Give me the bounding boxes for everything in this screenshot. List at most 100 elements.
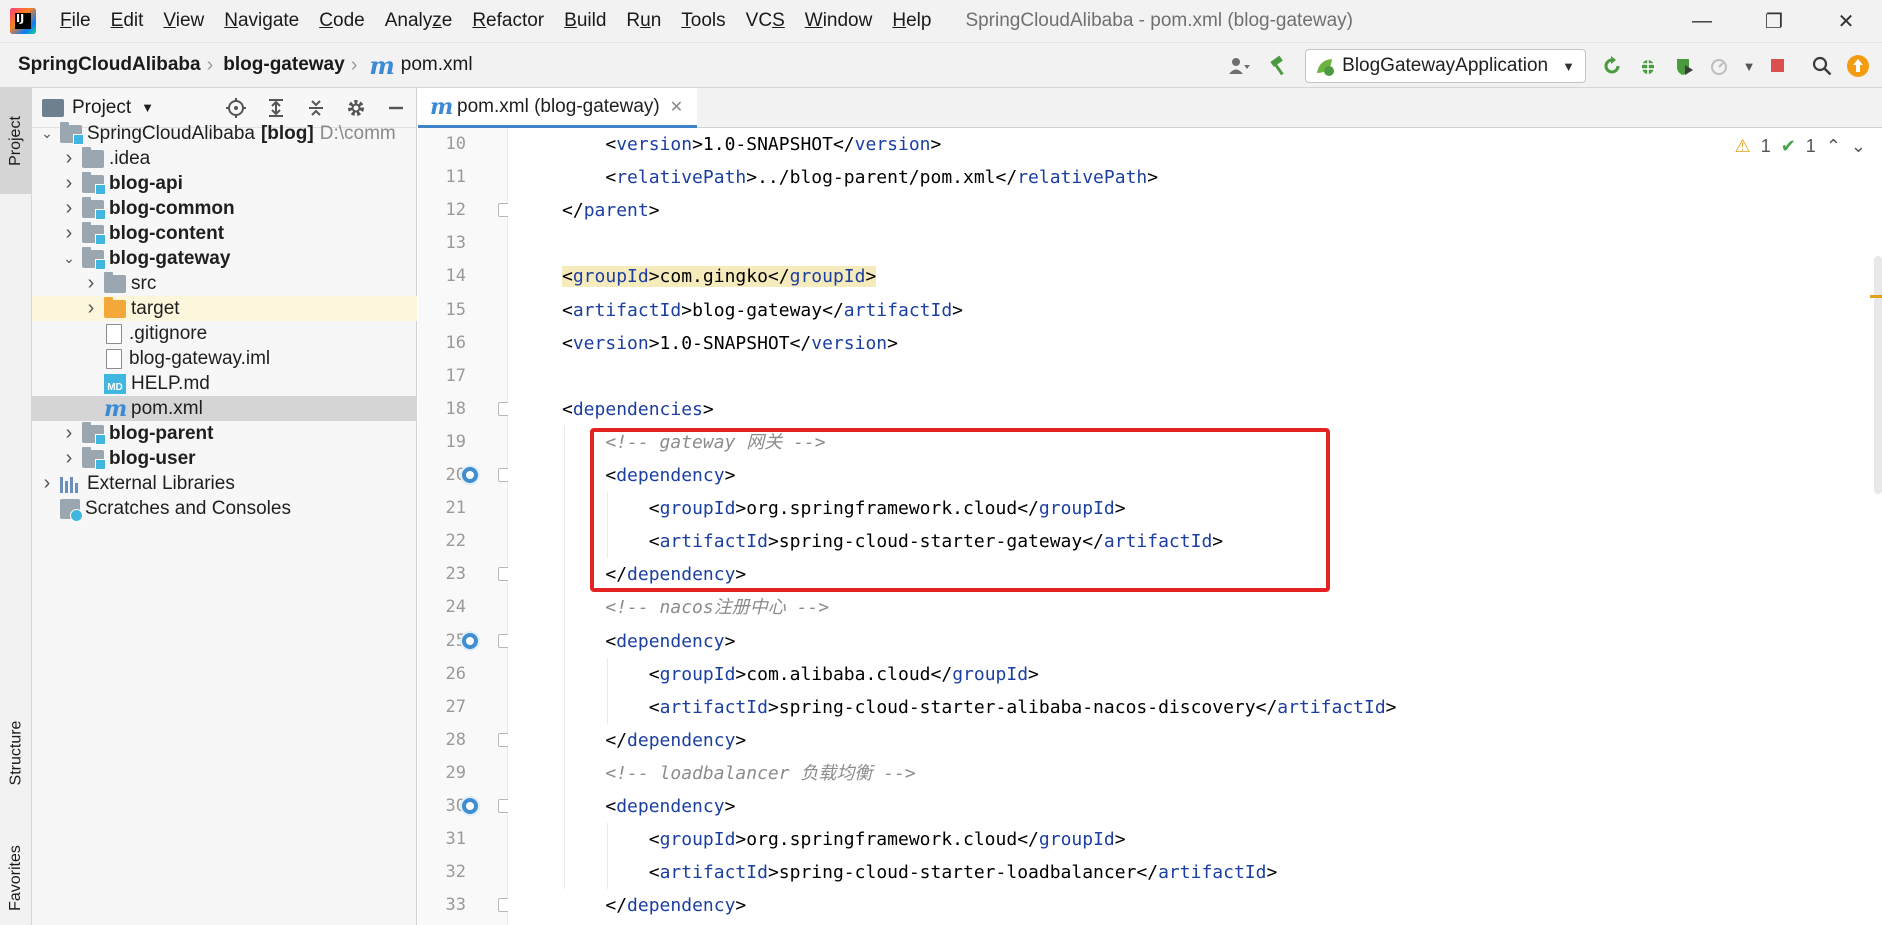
editor-tab-pom[interactable]: m pom.xml (blog-gateway) ✕: [418, 88, 698, 128]
menu-run[interactable]: Run: [616, 0, 671, 42]
xml-punctuation: </: [832, 134, 855, 155]
next-highlight-icon[interactable]: ⌄: [1851, 136, 1866, 157]
menu-vcs[interactable]: VCS: [736, 0, 795, 42]
menu-navigate[interactable]: Navigate: [214, 0, 309, 42]
tree-item-pom-xml[interactable]: m pom.xml: [32, 396, 417, 421]
line-number: 23: [445, 564, 466, 585]
code-line: <!-- nacos注册中心 -->: [605, 591, 829, 624]
chevron-right-icon: ›: [350, 53, 358, 76]
tree-item-blog-gateway-iml[interactable]: blog-gateway.iml: [32, 346, 417, 371]
favorites-tool-tab[interactable]: Favorites: [0, 828, 32, 925]
tree-item-target[interactable]: › target: [32, 296, 417, 321]
tree-item-external-libraries[interactable]: › External Libraries: [32, 471, 417, 496]
previous-highlight-icon[interactable]: ⌃: [1826, 136, 1841, 157]
rerun-icon[interactable]: [1594, 48, 1630, 84]
breadcrumb-module[interactable]: blog-gateway: [213, 54, 344, 76]
xml-tag-name: dependency: [627, 895, 736, 917]
navigation-bar: SpringCloudAlibaba › blog-gateway › m po…: [0, 42, 1882, 88]
coverage-shield-icon[interactable]: [1666, 48, 1702, 84]
maven-dependency-gutter-icon[interactable]: [460, 465, 480, 485]
close-window-button[interactable]: ✕: [1810, 0, 1882, 42]
search-icon[interactable]: [1804, 48, 1840, 84]
chevron-right-icon[interactable]: ›: [62, 172, 76, 195]
line-number: 25: [445, 630, 466, 651]
menu-bar: IJ File Edit View Navigate Code Analyze Refact…: [0, 0, 1882, 42]
maven-dependency-gutter-icon[interactable]: [460, 630, 480, 651]
tree-item-blog-content[interactable]: › blog-content: [32, 221, 417, 246]
module-folder-icon: [82, 196, 106, 220]
chevron-right-icon[interactable]: ›: [62, 222, 76, 245]
xml-punctuation: >: [1385, 696, 1397, 718]
chevron-down-icon[interactable]: ▼: [1738, 48, 1760, 84]
xml-tag-name: artifactId: [659, 696, 768, 718]
run-configuration-label: BlogGatewayApplication: [1342, 55, 1549, 76]
chevron-right-icon[interactable]: ›: [62, 197, 76, 220]
menu-help[interactable]: Help: [882, 0, 941, 42]
tree-item-idea[interactable]: › .idea: [32, 146, 417, 171]
tree-item-help-md[interactable]: MD HELP.md: [32, 371, 417, 396]
line-number: 17: [445, 365, 466, 386]
xml-punctuation: >: [648, 332, 660, 354]
tree-item-blog-gateway[interactable]: ⌄ blog-gateway: [32, 246, 417, 271]
chevron-down-icon[interactable]: ⌄: [40, 125, 54, 142]
menu-edit[interactable]: Edit: [101, 0, 154, 42]
scrollbar-warning-marker[interactable]: [1870, 295, 1882, 298]
minimize-button[interactable]: —: [1666, 0, 1738, 42]
module-folder-icon: [82, 421, 106, 445]
inspection-widget[interactable]: ⚠ 1 ✔ 1 ⌃ ⌄: [1735, 136, 1866, 157]
tree-item-blog-user[interactable]: › blog-user: [32, 446, 417, 471]
xml-punctuation: <: [648, 696, 660, 718]
chevron-right-icon[interactable]: ›: [84, 297, 98, 320]
menu-view[interactable]: View: [153, 0, 214, 42]
tree-item-label: SpringCloudAlibaba: [87, 122, 255, 144]
tree-item-springcloudalibaba[interactable]: ⌄ SpringCloudAlibaba [blog] D:\comm: [32, 121, 417, 146]
xml-punctuation: >: [930, 134, 942, 155]
xml-punctuation: >: [1028, 663, 1039, 685]
tree-item-label: Scratches and Consoles: [85, 497, 291, 519]
breadcrumb-project[interactable]: SpringCloudAlibaba: [0, 54, 201, 76]
update-arrow-icon[interactable]: [1840, 48, 1876, 84]
tree-item-blog-api[interactable]: › blog-api: [32, 171, 417, 196]
menu-build[interactable]: Build: [554, 0, 616, 42]
build-hammer-icon[interactable]: [1261, 48, 1297, 84]
menu-window[interactable]: Window: [795, 0, 883, 42]
chevron-down-icon[interactable]: ⌄: [62, 250, 76, 267]
code-line: </dependency>: [605, 889, 746, 922]
tree-item-gitignore[interactable]: .gitignore: [32, 321, 417, 346]
run-configuration-select[interactable]: BlogGatewayApplication ▼: [1305, 49, 1586, 83]
breadcrumb-file[interactable]: pom.xml: [401, 54, 473, 76]
chevron-down-icon[interactable]: ▼: [141, 100, 154, 115]
xml-punctuation: </: [995, 167, 1018, 189]
menu-analyze[interactable]: Analyze: [375, 0, 463, 42]
project-view-select[interactable]: Project: [72, 97, 131, 119]
xml-punctuation: <: [562, 299, 573, 321]
tree-item-scratches-and-consoles[interactable]: Scratches and Consoles: [32, 496, 417, 521]
maven-dependency-gutter-icon[interactable]: [460, 796, 480, 816]
chevron-right-icon[interactable]: ›: [62, 422, 76, 445]
close-icon[interactable]: ✕: [670, 97, 683, 117]
project-tool-tab[interactable]: Project: [0, 88, 32, 194]
restore-button[interactable]: ❐: [1738, 0, 1810, 42]
user-icon[interactable]: [1221, 48, 1257, 84]
menu-code[interactable]: Code: [309, 0, 374, 42]
tree-item-blog-common[interactable]: › blog-common: [32, 196, 417, 221]
xml-punctuation: <: [648, 663, 660, 685]
chevron-right-icon[interactable]: ›: [62, 447, 76, 470]
profiler-icon[interactable]: [1702, 48, 1738, 84]
tree-item-src[interactable]: › src: [32, 271, 417, 296]
menu-refactor[interactable]: Refactor: [462, 0, 554, 42]
structure-tool-tab[interactable]: Structure: [0, 698, 32, 808]
debug-bug-icon[interactable]: [1630, 48, 1666, 84]
chevron-right-icon[interactable]: ›: [40, 472, 54, 495]
tree-item-blog-parent[interactable]: › blog-parent: [32, 421, 417, 446]
chevron-right-icon[interactable]: ›: [62, 147, 76, 170]
xml-text: com.alibaba.cloud: [746, 663, 931, 685]
menu-tools[interactable]: Tools: [671, 0, 735, 42]
xml-punctuation: </: [789, 332, 812, 354]
tree-item-label: blog-parent: [109, 422, 214, 444]
line-number: 12: [445, 200, 466, 221]
menu-file[interactable]: File: [50, 0, 101, 42]
chevron-right-icon[interactable]: ›: [84, 272, 98, 295]
stop-icon[interactable]: [1760, 48, 1796, 84]
vertical-scrollbar[interactable]: [1874, 256, 1882, 494]
